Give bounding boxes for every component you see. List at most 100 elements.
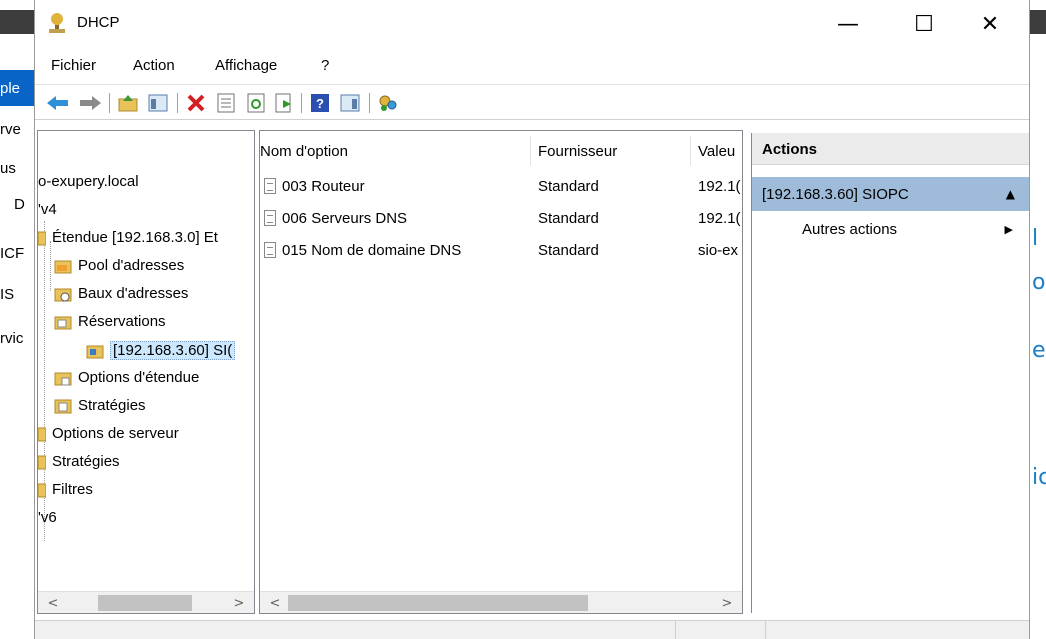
background-text-fragment: l bbox=[1032, 226, 1039, 251]
up-folder-icon[interactable] bbox=[117, 92, 139, 114]
tree-item-label: o-exupery.local bbox=[38, 173, 139, 190]
background-text-fragment: e bbox=[1032, 338, 1046, 363]
reservations-folder-icon bbox=[54, 316, 72, 329]
tree-item-address-leases[interactable]: Baux d'adresses bbox=[54, 285, 188, 302]
table-row[interactable]: 006 Serveurs DNS bbox=[264, 210, 530, 227]
column-header-vendor[interactable]: Fournisseur bbox=[538, 143, 617, 160]
option-document-icon bbox=[264, 178, 276, 194]
background-titlebar-fragment bbox=[1030, 10, 1046, 34]
tree-item-scope-policies[interactable]: Stratégies bbox=[54, 397, 146, 414]
menu-help[interactable]: ? bbox=[321, 57, 329, 74]
option-name-cell: 015 Nom de domaine DNS bbox=[282, 242, 462, 259]
folder-icon bbox=[38, 455, 46, 469]
tree-horizontal-scrollbar[interactable]: < > bbox=[38, 591, 254, 613]
title-bar[interactable]: DHCP — ☐ ✕ bbox=[35, 0, 1029, 50]
background-text-fragment: ic bbox=[1032, 465, 1046, 490]
scroll-left-button[interactable]: < bbox=[264, 592, 286, 613]
tree-item-label: Pool d'adresses bbox=[78, 257, 185, 274]
tree-item-reservations[interactable]: Réservations bbox=[54, 313, 166, 330]
tree-item-ipv4[interactable]: 'v4 bbox=[38, 201, 57, 218]
tree-item-label: Stratégies bbox=[78, 397, 146, 414]
back-arrow-icon[interactable] bbox=[47, 92, 69, 114]
table-row[interactable]: 015 Nom de domaine DNS bbox=[264, 242, 530, 259]
menu-affichage[interactable]: Affichage bbox=[215, 57, 277, 74]
actions-group-siopc[interactable]: [192.168.3.60] SIOPC ▲ bbox=[752, 177, 1029, 211]
tree-item-label: Options de serveur bbox=[52, 425, 179, 442]
minimize-button[interactable]: — bbox=[825, 6, 871, 42]
tree-item-label: Stratégies bbox=[52, 453, 120, 470]
policies-icon bbox=[54, 399, 72, 413]
scope-options-icon bbox=[54, 372, 72, 385]
tree-item-label: 'v4 bbox=[38, 201, 57, 218]
details-list-pane[interactable]: Nom d'option Fournisseur Valeu 003 Route… bbox=[259, 130, 743, 614]
option-name-cell: 003 Routeur bbox=[282, 178, 365, 195]
scroll-right-button[interactable]: > bbox=[716, 592, 738, 613]
column-header-value[interactable]: Valeu bbox=[698, 143, 735, 160]
column-header-option-name[interactable]: Nom d'option bbox=[260, 143, 348, 160]
list-horizontal-scrollbar[interactable]: < > bbox=[260, 591, 742, 613]
vendor-cell: Standard bbox=[538, 178, 599, 195]
background-text-fragment: us bbox=[0, 160, 16, 177]
collapse-triangle-icon[interactable]: ▲ bbox=[1006, 187, 1015, 201]
status-bar bbox=[35, 620, 1029, 639]
menu-bar: Fichier Action Affichage ? bbox=[35, 52, 1029, 82]
more-actions-link[interactable]: Autres actions bbox=[802, 221, 897, 238]
tree-item-label: Étendue [192.168.3.0] Et bbox=[52, 229, 218, 246]
submenu-arrow-icon: ▶ bbox=[1004, 223, 1013, 236]
tree-item-label: Réservations bbox=[78, 313, 166, 330]
tree-item-ipv6[interactable]: 'v6 bbox=[38, 509, 57, 526]
help-icon[interactable]: ? bbox=[309, 92, 331, 114]
background-window-left: ple rve us D ICF IS rvic bbox=[0, 0, 34, 639]
option-name-cell: 006 Serveurs DNS bbox=[282, 210, 408, 227]
tree-item-label: Filtres bbox=[52, 481, 93, 498]
status-segment bbox=[675, 621, 765, 639]
tree-item-label: 'v6 bbox=[38, 509, 57, 526]
background-text-fragment: ple bbox=[0, 80, 21, 97]
tree-item-label: [192.168.3.60] SI( bbox=[110, 341, 236, 360]
show-hide-action-pane-icon[interactable] bbox=[339, 92, 361, 114]
properties-icon[interactable] bbox=[215, 92, 237, 114]
export-list-icon[interactable] bbox=[273, 92, 295, 114]
menu-fichier[interactable]: Fichier bbox=[51, 57, 96, 74]
tree-item-address-pool[interactable]: Pool d'adresses bbox=[54, 257, 184, 274]
dhcp-server-icon[interactable] bbox=[377, 92, 399, 114]
background-text-fragment: rvic bbox=[0, 330, 24, 347]
background-text-fragment: IS bbox=[0, 286, 15, 303]
menu-action[interactable]: Action bbox=[133, 57, 175, 74]
scrollbar-thumb[interactable] bbox=[98, 595, 192, 611]
background-text-fragment: or bbox=[1032, 270, 1046, 295]
pool-folder-icon bbox=[54, 260, 72, 273]
background-titlebar-fragment bbox=[0, 10, 34, 34]
option-document-icon bbox=[264, 242, 276, 258]
refresh-icon[interactable] bbox=[245, 92, 267, 114]
tree-item-server-options[interactable]: Options de serveur bbox=[38, 425, 179, 442]
tree-item-scope-options[interactable]: Options d'étendue bbox=[54, 369, 199, 386]
tree-item-filters[interactable]: Filtres bbox=[38, 481, 93, 498]
actions-header: Actions bbox=[752, 133, 1029, 165]
background-text-fragment: ICF bbox=[0, 245, 25, 262]
background-text-fragment: D bbox=[14, 196, 25, 213]
tree-item-scope[interactable]: Étendue [192.168.3.0] Et bbox=[38, 229, 218, 246]
show-hide-tree-icon[interactable] bbox=[147, 92, 169, 114]
scroll-right-button[interactable]: > bbox=[228, 592, 250, 613]
forward-arrow-icon[interactable] bbox=[79, 92, 101, 114]
maximize-button[interactable]: ☐ bbox=[901, 6, 947, 42]
tree-connector-line bbox=[50, 241, 51, 291]
close-button[interactable]: ✕ bbox=[967, 6, 1013, 42]
column-divider[interactable] bbox=[690, 136, 691, 166]
tree-item-server-policies[interactable]: Stratégies bbox=[38, 453, 120, 470]
toolbar: ? bbox=[35, 84, 1029, 120]
tree-item-reservation-siopc[interactable]: [192.168.3.60] SI( bbox=[86, 341, 236, 360]
value-cell: sio-ex bbox=[698, 242, 739, 259]
table-row[interactable]: 003 Routeur bbox=[264, 178, 530, 195]
option-document-icon bbox=[264, 210, 276, 226]
background-text-fragment: rve bbox=[0, 121, 21, 138]
background-window-right: l or e ic bbox=[1030, 0, 1046, 639]
scroll-left-button[interactable]: < bbox=[42, 592, 64, 613]
scrollbar-thumb[interactable] bbox=[288, 595, 588, 611]
delete-icon[interactable] bbox=[185, 92, 207, 114]
console-tree-pane[interactable]: o-exupery.local 'v4 Étendue [192.168.3.0… bbox=[37, 130, 255, 614]
window-title: DHCP bbox=[77, 14, 120, 31]
tree-item-domain[interactable]: o-exupery.local bbox=[38, 173, 139, 190]
column-divider[interactable] bbox=[530, 136, 531, 166]
